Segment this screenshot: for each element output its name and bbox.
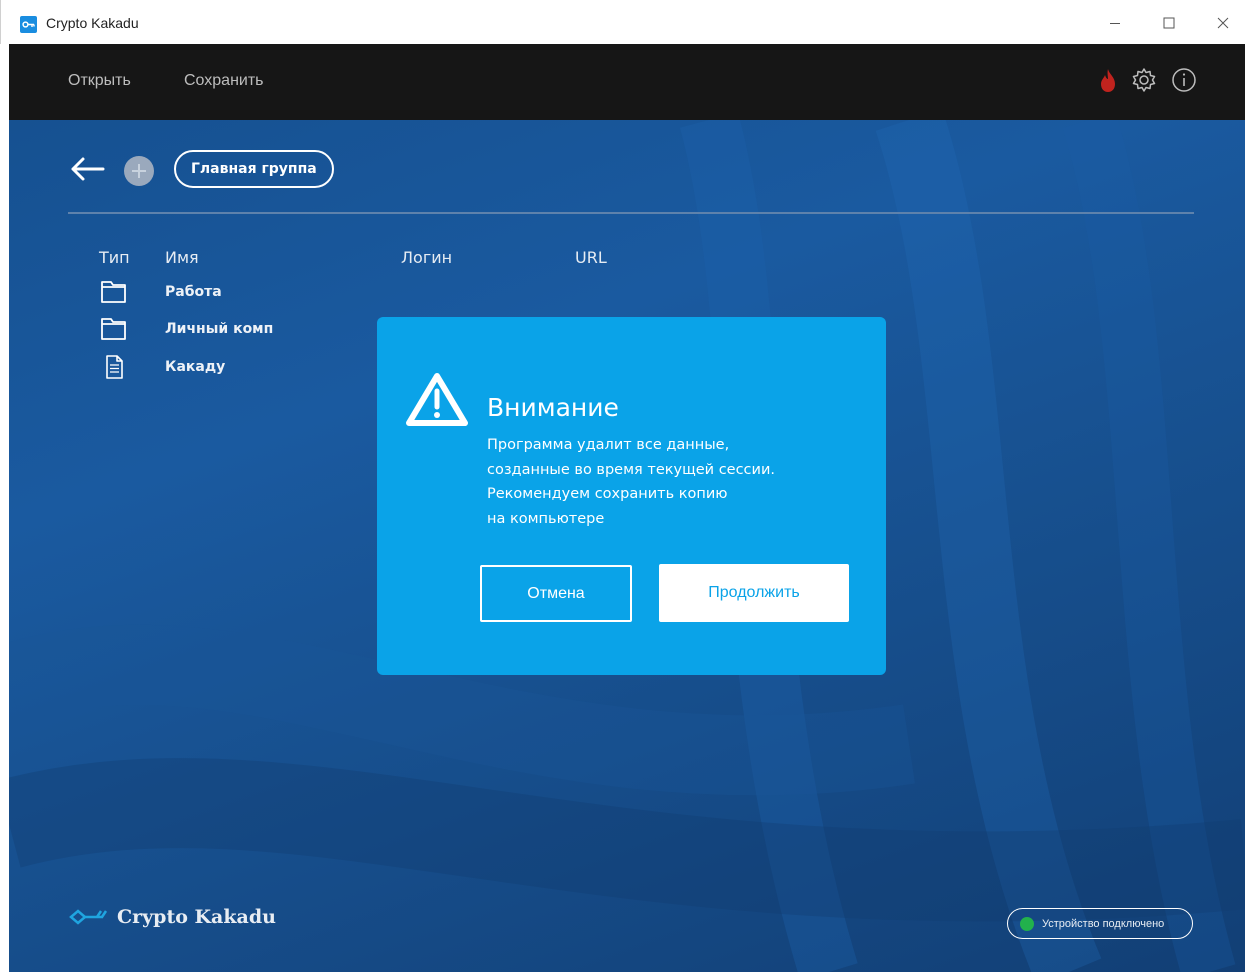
folder-icon: [101, 318, 126, 340]
status-dot-icon: [1020, 916, 1034, 931]
gear-icon[interactable]: [1130, 66, 1158, 94]
window-titlebar: Crypto Kakadu: [0, 0, 1245, 44]
divider: [68, 212, 1194, 214]
add-button[interactable]: [124, 156, 154, 186]
column-header-login: Логин: [401, 248, 453, 267]
column-header-name: Имя: [165, 248, 199, 267]
device-status-text: Устройство подключено: [1042, 917, 1165, 930]
row-name: Работа: [165, 284, 222, 300]
cancel-button[interactable]: Отмена: [480, 565, 632, 622]
breadcrumb-group[interactable]: Главная группа: [174, 150, 334, 188]
maximize-button[interactable]: [1146, 8, 1192, 38]
brand-logo: Crypto Kakadu: [69, 906, 276, 928]
dialog-message-line: Программа удалит все данные,: [487, 437, 730, 453]
info-icon[interactable]: [1170, 66, 1198, 94]
document-icon: [106, 355, 123, 379]
column-header-url: URL: [575, 248, 607, 267]
app-key-icon: [20, 16, 37, 33]
dialog-message-line: Рекомендуем сохранить копию: [487, 486, 728, 502]
close-button[interactable]: [1200, 8, 1245, 38]
row-name: Личный комп: [165, 321, 274, 337]
warning-dialog: Внимание Программа удалит все данные, со…: [377, 317, 886, 675]
fire-icon[interactable]: [1094, 66, 1122, 94]
brand-key-icon: [69, 909, 108, 925]
dialog-message-line: созданные во время текущей сессии.: [487, 461, 775, 478]
continue-button[interactable]: Продолжить: [659, 564, 849, 622]
column-header-type: Тип: [99, 248, 130, 267]
app-window: Открыть Сохранить Главная группа Тип Имя…: [9, 44, 1245, 972]
table-row[interactable]: Работа: [99, 278, 799, 312]
warning-icon: [406, 373, 468, 426]
window-title: Crypto Kakadu: [46, 15, 139, 31]
open-menu-item[interactable]: Открыть: [68, 72, 131, 90]
save-menu-item[interactable]: Сохранить: [184, 72, 264, 90]
dialog-message: Программа удалит все данные, созданные в…: [487, 433, 827, 531]
row-name: Какаду: [165, 359, 226, 375]
brand-name: Crypto Kakadu: [117, 906, 276, 928]
top-toolbar: Открыть Сохранить: [9, 44, 1245, 120]
folder-icon: [101, 281, 126, 303]
back-arrow-icon[interactable]: [67, 154, 107, 184]
device-status-badge: Устройство подключено: [1007, 908, 1193, 939]
dialog-title: Внимание: [487, 393, 619, 422]
minimize-button[interactable]: [1092, 8, 1138, 38]
plus-icon: [132, 164, 146, 178]
dialog-message-line: на компьютере: [487, 510, 605, 527]
